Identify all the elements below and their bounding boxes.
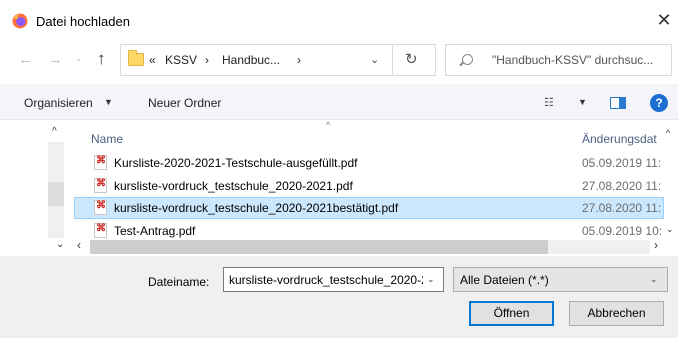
new-folder-button[interactable]: Neuer Ordner <box>148 96 221 110</box>
list-scroll-up-icon[interactable]: ^ <box>666 128 670 138</box>
file-name: kursliste-vordruck_testschule_2020-2021b… <box>114 201 399 215</box>
hscroll-thumb[interactable] <box>90 240 548 254</box>
filetype-dropdown-icon[interactable]: ⌄ <box>650 274 658 285</box>
pdf-file-icon <box>94 178 107 193</box>
pdf-file-icon <box>94 200 107 215</box>
filename-label: Dateiname: <box>148 275 210 289</box>
address-history-dropdown[interactable]: ⌄ <box>370 53 379 66</box>
address-bar[interactable]: « KSSV › Handbuc... › ⌄ ↻ <box>120 44 436 76</box>
dialog-footer: Dateiname: kursliste-vordruck_testschule… <box>0 256 678 338</box>
breadcrumb-chevron[interactable]: › <box>205 53 209 67</box>
address-separator <box>392 45 393 75</box>
column-header-date[interactable]: Änderungsdat <box>582 132 657 146</box>
list-scroll-down-icon[interactable]: ⌄ <box>666 224 674 235</box>
pdf-file-icon <box>94 155 107 170</box>
open-button[interactable]: Öffnen <box>469 301 554 326</box>
file-date: 05.09.2019 10: <box>582 224 663 238</box>
file-row[interactable]: Kursliste-2020-2021-Testschule-ausgefüll… <box>74 152 664 174</box>
file-name: Test-Antrag.pdf <box>114 224 196 238</box>
title-bar: Datei hochladen ✕ <box>0 0 678 42</box>
search-box[interactable]: "Handbuch-KSSV" durchsuc... <box>445 44 672 76</box>
organize-dropdown-icon[interactable]: ▼ <box>104 97 113 107</box>
search-icon <box>462 54 473 65</box>
file-date: 27.08.2020 11: <box>582 201 662 215</box>
nav-scroll-up-icon[interactable]: ^ <box>52 126 57 137</box>
refresh-button[interactable]: ↻ <box>405 50 418 68</box>
file-row-selected[interactable]: kursliste-vordruck_testschule_2020-2021b… <box>74 197 664 219</box>
column-header-name[interactable]: Name <box>91 132 123 146</box>
forward-button[interactable]: → <box>48 51 63 68</box>
command-toolbar: Organisieren ▼ Neuer Ordner ☷ ▼ ? <box>0 84 678 120</box>
navigation-pane: ^ <box>0 120 74 252</box>
file-name: kursliste-vordruck_testschule_2020-2021.… <box>114 179 353 193</box>
sort-indicator-icon: ^ <box>326 120 331 130</box>
filename-dropdown-icon[interactable]: ⌄ <box>427 274 435 285</box>
organize-button[interactable]: Organisieren <box>24 96 93 110</box>
close-button[interactable]: ✕ <box>652 8 676 34</box>
preview-pane-icon[interactable] <box>610 97 626 109</box>
firefox-icon <box>12 13 28 29</box>
file-date: 05.09.2019 11: <box>582 156 662 170</box>
horizontal-scrollbar: ⌄ ‹ › <box>0 238 678 256</box>
filetype-value: Alle Dateien (*.*) <box>460 273 549 287</box>
cancel-button[interactable]: Abbrechen <box>569 301 664 326</box>
file-list: ^ Name Änderungsdat Kursliste-2020-2021-… <box>74 120 678 238</box>
nav-scroll-down-icon[interactable]: ⌄ <box>56 239 64 250</box>
breadcrumb-kssv[interactable]: KSSV <box>165 53 197 67</box>
folder-icon <box>128 50 144 66</box>
breadcrumb-overflow-chevron[interactable]: « <box>149 53 156 67</box>
recent-locations-button[interactable]: ⌄ <box>75 53 83 64</box>
filename-input[interactable]: kursliste-vordruck_testschule_2020-2021b… <box>223 267 444 292</box>
help-icon[interactable]: ? <box>650 94 668 112</box>
file-row[interactable]: Test-Antrag.pdf 05.09.2019 10: <box>74 220 664 238</box>
view-options-icon[interactable]: ☷ <box>544 96 554 109</box>
back-button[interactable]: ← <box>18 51 33 68</box>
filename-value[interactable]: kursliste-vordruck_testschule_2020-2021b… <box>229 273 423 287</box>
file-name: Kursliste-2020-2021-Testschule-ausgefüll… <box>114 156 358 170</box>
pdf-file-icon <box>94 223 107 238</box>
nav-scrollbar-thumb[interactable] <box>48 182 64 206</box>
breadcrumb-chevron[interactable]: › <box>297 53 301 67</box>
file-row[interactable]: kursliste-vordruck_testschule_2020-2021.… <box>74 175 664 197</box>
scroll-right-icon[interactable]: › <box>654 238 658 252</box>
window-title: Datei hochladen <box>36 14 130 29</box>
filetype-select[interactable]: Alle Dateien (*.*) ⌄ <box>453 267 668 292</box>
scroll-left-icon[interactable]: ‹ <box>77 238 81 252</box>
view-dropdown-icon[interactable]: ▼ <box>578 97 587 107</box>
up-button[interactable]: ↑ <box>97 49 106 69</box>
search-input[interactable]: "Handbuch-KSSV" durchsuc... <box>492 53 670 67</box>
file-date: 27.08.2020 11: <box>582 179 662 193</box>
breadcrumb-handbuch[interactable]: Handbuc... <box>222 53 280 67</box>
